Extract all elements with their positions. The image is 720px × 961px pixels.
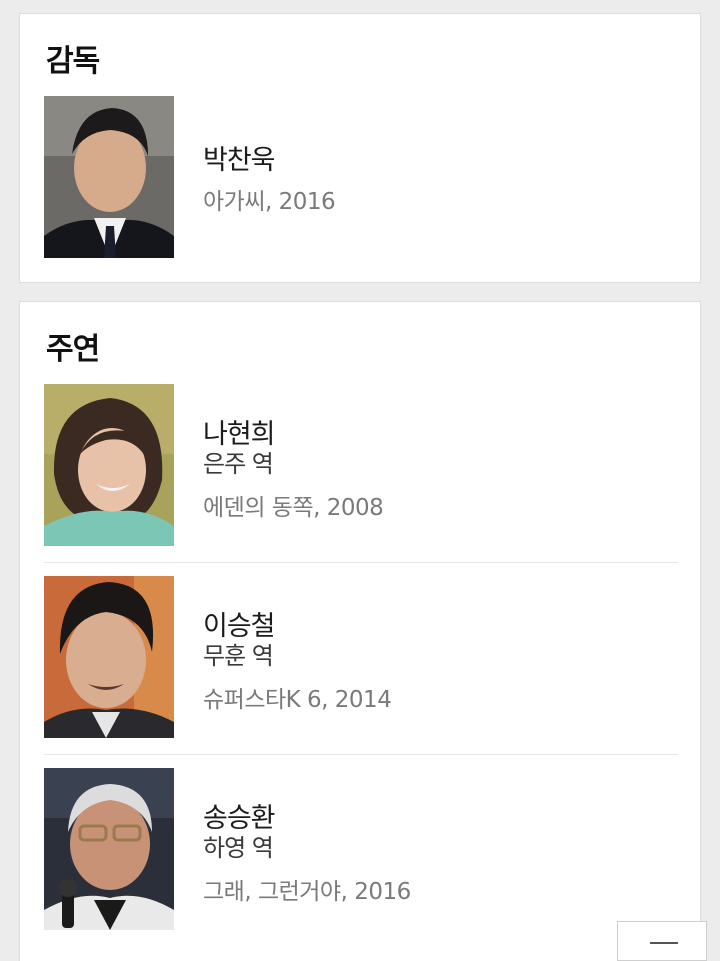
director-section-title: 감독: [46, 44, 100, 79]
person-work: 그래, 그런거야, 2016: [203, 879, 411, 905]
cast-photo-image: [44, 384, 174, 546]
person-work: 에덴의 동쪽, 2008: [203, 495, 384, 521]
person-photo[interactable]: [44, 768, 174, 930]
director-item[interactable]: 박찬욱 아가씨, 2016: [44, 96, 678, 258]
scroll-top-button[interactable]: [617, 921, 707, 961]
person-photo[interactable]: [44, 96, 174, 258]
person-photo[interactable]: [44, 384, 174, 546]
list-divider: [44, 754, 678, 755]
director-photo-image: [44, 96, 174, 258]
director-card: 감독 박찬욱 아가씨, 2016: [19, 13, 701, 283]
person-work: 아가씨, 2016: [203, 189, 336, 215]
cast-photo-image: [44, 768, 174, 930]
person-work: 슈퍼스타K 6, 2014: [203, 687, 392, 713]
person-role: 무훈 역: [203, 642, 274, 670]
cast-section-title: 주연: [46, 332, 100, 367]
person-role: 하영 역: [203, 834, 274, 862]
cast-item[interactable]: 이승철 무훈 역 슈퍼스타K 6, 2014: [44, 576, 678, 738]
cast-photo-image: [44, 576, 174, 738]
person-photo[interactable]: [44, 576, 174, 738]
list-divider: [44, 562, 678, 563]
cast-item[interactable]: 나현희 은주 역 에덴의 동쪽, 2008: [44, 384, 678, 546]
cast-item[interactable]: 송승환 하영 역 그래, 그런거야, 2016: [44, 768, 678, 930]
cast-card: 주연 나현희 은주 역 에덴의 동쪽, 2008 이승철 무훈 역 슈퍼스타K …: [19, 301, 701, 961]
person-name: 박찬욱: [203, 145, 276, 176]
person-role: 은주 역: [203, 450, 274, 478]
